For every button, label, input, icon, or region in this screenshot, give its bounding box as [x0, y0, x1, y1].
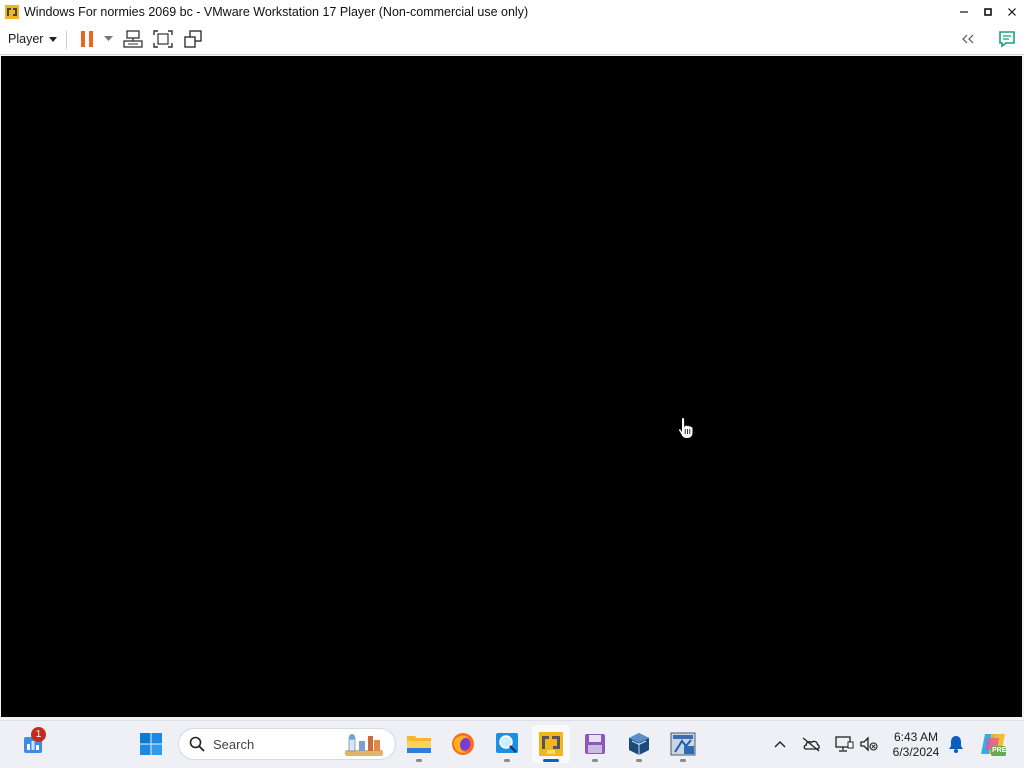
- send-keys-icon: [123, 30, 143, 48]
- hand-cursor-icon: [677, 416, 695, 445]
- show-hidden-icons-button[interactable]: [769, 733, 791, 755]
- copilot-button[interactable]: PRE: [979, 730, 1007, 758]
- player-menu-button[interactable]: Player: [3, 28, 62, 50]
- running-indicator: [680, 759, 686, 762]
- vmware-player-icon: [4, 4, 20, 20]
- search-highlight-icon: [345, 734, 383, 756]
- send-ctrl-alt-del-button[interactable]: [122, 28, 144, 50]
- taskbar-search-box[interactable]: Search: [178, 728, 396, 760]
- unity-icon: [184, 30, 202, 48]
- fullscreen-icon: [153, 30, 173, 48]
- widgets-notification-badge: 1: [31, 727, 46, 742]
- pause-vm-button[interactable]: [78, 28, 96, 50]
- pause-options-button[interactable]: [101, 28, 115, 50]
- volume-tray-button[interactable]: [858, 733, 880, 755]
- message-log-icon: [999, 31, 1015, 48]
- player-toolbar: Player: [0, 23, 1024, 55]
- running-indicator: [504, 759, 510, 762]
- clock-time: 6:43 AM: [893, 730, 939, 744]
- message-log-button[interactable]: [996, 28, 1018, 50]
- virtualbox-icon: [629, 733, 649, 755]
- unity-button[interactable]: [182, 28, 204, 50]
- running-indicator: [592, 759, 598, 762]
- taskbar-virtualbox[interactable]: [620, 725, 658, 763]
- start-button[interactable]: [132, 725, 170, 763]
- taskbar-clock[interactable]: 6:43 AM 6/3/2024: [882, 730, 950, 760]
- full-screen-button[interactable]: [152, 28, 174, 50]
- windows-start-icon: [140, 733, 162, 755]
- search-icon: [189, 736, 205, 752]
- running-indicator: [416, 759, 422, 762]
- magnifier-icon: [496, 733, 518, 753]
- collapse-toolbar-button[interactable]: [957, 28, 979, 50]
- chevron-down-icon: [103, 36, 113, 41]
- minimize-button[interactable]: [952, 0, 976, 23]
- minimize-icon: [960, 10, 968, 13]
- pause-icon: [81, 31, 93, 47]
- taskbar-vmware-player[interactable]: [532, 725, 570, 763]
- windows-10-installer-icon: [670, 732, 696, 756]
- running-indicator: [543, 759, 559, 762]
- firefox-icon: [452, 733, 474, 755]
- copilot-pre-label: PRE: [992, 747, 1007, 754]
- maximize-icon: [984, 7, 992, 16]
- taskbar-magnifier[interactable]: [488, 725, 526, 763]
- vmware-player-icon: [539, 732, 563, 756]
- search-placeholder: Search: [213, 736, 255, 752]
- taskbar-floppy-app[interactable]: [576, 725, 614, 763]
- notifications-button[interactable]: [945, 733, 967, 755]
- close-icon: [1008, 7, 1016, 16]
- close-button[interactable]: [1000, 0, 1024, 23]
- bell-icon: [949, 736, 963, 753]
- taskbar-file-explorer[interactable]: [400, 725, 438, 763]
- double-chevron-left-icon: [962, 34, 974, 44]
- network-icon: [835, 736, 854, 752]
- clock-date: 6/3/2024: [892, 745, 940, 759]
- folder-icon: [407, 736, 431, 753]
- floppy-disk-icon: [585, 734, 605, 754]
- running-indicator: [636, 759, 642, 762]
- toolbar-divider: [66, 31, 67, 49]
- title-bar[interactable]: Windows For normies 2069 bc - VMware Wor…: [0, 0, 1024, 23]
- taskbar-firefox[interactable]: [444, 725, 482, 763]
- chevron-up-icon: [774, 741, 786, 748]
- volume-muted-icon: [860, 736, 878, 752]
- window-title: Windows For normies 2069 bc - VMware Wor…: [24, 4, 529, 19]
- taskbar-windows-10-installer[interactable]: [664, 725, 702, 763]
- network-tray-button[interactable]: [833, 733, 855, 755]
- maximize-button[interactable]: [976, 0, 1000, 23]
- taskbar: 1 Search 6:43 AM 6/3/2024 PRE: [0, 720, 1024, 768]
- onedrive-icon: [802, 737, 820, 752]
- vm-display[interactable]: [1, 56, 1022, 717]
- player-menu-label: Player: [8, 32, 44, 46]
- onedrive-tray-button[interactable]: [800, 733, 822, 755]
- chevron-down-icon: [49, 36, 58, 42]
